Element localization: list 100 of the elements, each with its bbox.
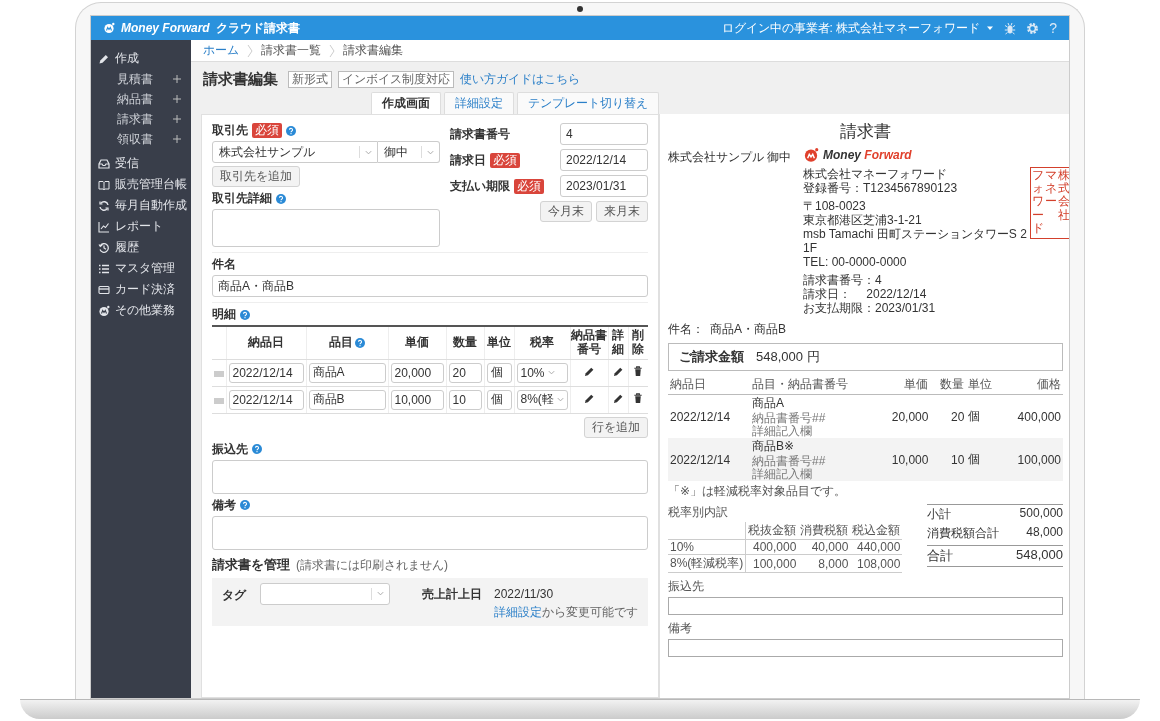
settings-link[interactable]: 詳細設定 [494,604,542,619]
field-label: 備考 [668,620,693,637]
required-badge: 必須 [514,178,544,194]
column-header: 納品日 [248,335,284,350]
table-cell: 8%(軽減税率) [668,554,746,573]
item-name: 商品B※ [752,438,796,455]
table-cell: 10 [930,438,967,481]
guide-link[interactable]: 使い方ガイドはこちら [460,70,580,88]
info-line: お支払期限：2023/01/31 [803,301,937,315]
field-label: 明細 [212,306,236,323]
hint-text: 詳細設定から変更可能です [494,603,638,621]
unit-field[interactable]: 個 [486,362,512,383]
table-cell: 10,000 [878,438,931,481]
field-label: 振込先 [668,578,705,595]
total-value: 500,000 [1019,506,1063,522]
field-label: 取引先 [212,122,248,139]
sidebar-item[interactable]: マスタ管理 [91,258,191,279]
table-cell: 100,000 [1002,438,1063,481]
date-field[interactable]: 2022/12/14 [228,389,304,410]
add-client-button[interactable]: 取引先を追加 [212,166,300,187]
required-badge: 必須 [490,152,520,168]
sidebar-item[interactable]: 作成 [91,48,191,69]
column-header: 詳細 [611,329,625,357]
item-detail: 詳細記入欄 [752,425,814,438]
sidebar-subitem[interactable]: 請求書 [91,109,191,129]
total-value: 548,000 [1016,547,1063,564]
breadcrumb-item: 請求書一覧 [261,42,321,59]
tab[interactable]: 作成画面 [371,92,441,114]
tab[interactable]: 詳細設定 [444,92,514,114]
column-header: 数量 [930,375,967,395]
amount-value: 548,000 円 [756,348,820,366]
app-logo-text: Money Forward [121,21,210,35]
tag-label: インボイス制度対応 [338,70,454,88]
column-header: 品目 [329,335,353,350]
item-detail: 納品書番号## [752,455,827,468]
sidebar-item[interactable]: その他業務 [91,300,191,321]
sidebar-item[interactable]: 販売管理台帳 [91,174,191,195]
column-header: 数量 [453,335,477,350]
date-field[interactable]: 2022/12/14 [228,362,304,383]
table-cell: 100,000 [745,554,799,573]
table-cell: 個 [966,394,1003,438]
field-label: 備考 [212,496,236,514]
sidebar-subitem[interactable]: 領収書 [91,129,191,149]
sidebar-item[interactable]: カード決済 [91,279,191,300]
price-field[interactable]: 10,000 [390,389,444,410]
table-cell: 10% [668,539,746,555]
required-badge: 必須 [252,123,282,138]
total-label: 合計 [927,547,953,565]
table-cell: 2022/12/14 [668,438,751,481]
client-select[interactable]: 株式会社サンプル [212,141,378,163]
date-shortcut-button[interactable]: 今月末 [540,201,592,222]
field-label: タグ [222,586,248,604]
subject-text: 商品A・商品B [710,321,786,338]
sidebar-item[interactable]: 受信 [91,153,191,174]
subject-field[interactable]: 商品A・商品B [212,275,648,297]
product-name: クラウド請求書 [215,19,300,37]
breadcrumb-link[interactable]: ホーム [203,42,239,59]
field-label: 売上計上日 [422,585,482,603]
item-field[interactable]: 商品B [308,389,386,410]
total-label: 小計 [927,506,951,523]
field-label: 件名 [212,256,236,273]
table-cell: 440,000 [850,539,903,555]
tax-rate-select[interactable]: 10% [516,362,568,383]
item-field[interactable]: 商品A [308,362,386,383]
info-line: 請求書番号：4 [803,273,883,287]
column-header: 単価 [405,335,429,350]
tax-rate-select[interactable]: 8%(軽 [516,389,568,410]
seal-text: フォワード [1031,169,1044,237]
sidebar-item[interactable]: 毎月自動作成 [91,195,191,216]
input-field[interactable]: 2022/12/14 [560,149,648,171]
table-cell: 20,000 [878,394,931,438]
info-line: TEL: 00-0000-0000 [803,255,908,269]
tag-label: 新形式 [288,70,332,88]
unit-field[interactable]: 個 [486,389,512,410]
column-header: 税抜金額 [745,522,799,540]
quantity-field[interactable]: 10 [448,389,482,410]
date-shortcut-button[interactable]: 来月末 [596,201,648,222]
table-cell: 400,000 [1002,394,1063,438]
page-title: 請求書編集 [203,69,278,89]
total-label: 消費税額合計 [927,525,999,542]
quantity-field[interactable]: 20 [448,362,482,383]
column-header: 価格 [1002,375,1063,395]
sidebar-subitem[interactable]: 納品書 [91,89,191,109]
info-line: msb Tamachi 田町ステーションタワーS 2 [803,227,1027,241]
sidebar-item[interactable]: レポート [91,216,191,237]
item-detail: 詳細記入欄 [752,468,814,481]
input-field[interactable]: 2023/01/31 [560,175,648,197]
amount-label: ご請求金額 [679,348,744,366]
honorific-select[interactable]: 御中 [378,141,440,163]
add-row-button[interactable]: 行を追加 [584,416,648,438]
price-field[interactable]: 20,000 [390,362,444,383]
sidebar-subitem[interactable]: 見積書 [91,69,191,89]
table-title: 税率別内訳 [668,504,729,521]
table-cell: 個 [966,438,1003,481]
tab[interactable]: テンプレート切り替え [517,92,659,114]
input-field[interactable]: 4 [560,123,648,145]
total-value: 48,000 [1026,525,1063,541]
table-cell: 108,000 [850,554,903,573]
sidebar-item[interactable]: 履歴 [91,237,191,258]
info-line: 〒108-0023 [803,199,867,213]
